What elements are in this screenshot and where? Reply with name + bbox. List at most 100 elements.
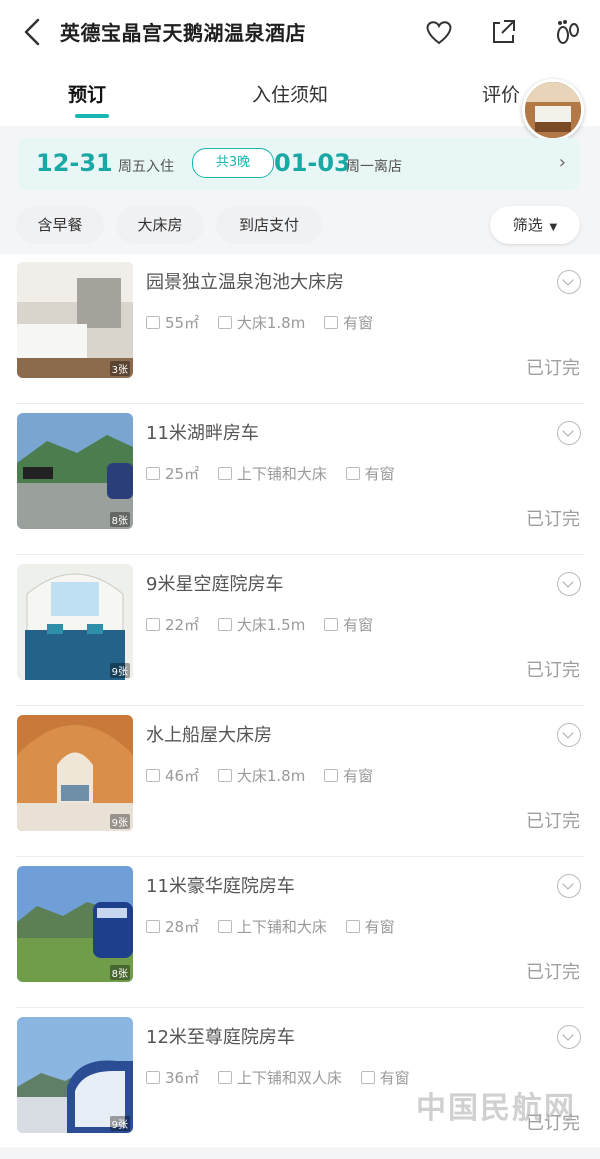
- room-bed: 上下铺和双人床: [236, 1069, 342, 1087]
- checkout-date: 01-03: [274, 149, 351, 177]
- hotel-thumbnail[interactable]: [522, 79, 584, 141]
- room-name: 12米至尊庭院房车: [146, 1027, 295, 1048]
- filter-king-bed[interactable]: 大床房: [116, 206, 204, 244]
- room-window: 有窗: [343, 616, 374, 634]
- photo-count: 8张: [109, 512, 130, 527]
- expand-icon[interactable]: [557, 723, 581, 747]
- checkin-day: 周五入住: [118, 159, 174, 175]
- tab-reviews[interactable]: 评价: [482, 80, 520, 107]
- expand-icon[interactable]: [557, 270, 581, 294]
- area-icon: [146, 1071, 160, 1084]
- divider: [16, 403, 584, 404]
- room-card[interactable]: 9张 9米星空庭院房车 22㎡ 大床1.5m 有窗 已订完: [0, 556, 600, 706]
- bed-icon: [217, 920, 232, 933]
- area-icon: [146, 316, 160, 329]
- room-bed: 大床1.5m: [236, 616, 306, 634]
- bed-icon: [217, 618, 232, 631]
- header-bar: 英德宝晶宫天鹅湖温泉酒店: [0, 0, 600, 66]
- area-icon: [146, 920, 160, 933]
- sold-out-label: 已订完: [526, 962, 580, 983]
- area-icon: [146, 618, 160, 631]
- window-icon: [324, 769, 339, 782]
- room-photo[interactable]: 3张: [17, 262, 133, 378]
- sold-out-label: 已订完: [526, 811, 580, 832]
- room-name: 11米豪华庭院房车: [146, 876, 295, 897]
- filter-breakfast[interactable]: 含早餐: [16, 206, 104, 244]
- divider: [16, 705, 584, 706]
- room-area: 36㎡: [165, 1069, 200, 1087]
- bed-icon: [217, 467, 232, 480]
- filter-screen-button[interactable]: 筛选 ▼: [490, 206, 580, 244]
- room-photo[interactable]: 9张: [17, 564, 133, 680]
- room-photo[interactable]: 8张: [17, 866, 133, 982]
- room-area: 22㎡: [165, 616, 200, 634]
- area-icon: [146, 769, 160, 782]
- expand-icon[interactable]: [557, 421, 581, 445]
- room-name: 园景独立温泉泡池大床房: [146, 272, 344, 293]
- room-attributes: 28㎡ 上下铺和大床 有窗: [146, 916, 409, 937]
- photo-count: 9张: [109, 663, 130, 678]
- room-attributes: 46㎡ 大床1.8m 有窗: [146, 765, 387, 786]
- room-photo[interactable]: 9张: [17, 715, 133, 831]
- checkin-date: 12-31: [36, 149, 113, 177]
- room-name: 水上船屋大床房: [146, 725, 272, 746]
- sold-out-label: 已订完: [526, 660, 580, 681]
- window-icon: [345, 467, 360, 480]
- bed-icon: [217, 316, 232, 329]
- filter-bar: 含早餐 大床房 到店支付 筛选 ▼: [0, 198, 600, 254]
- tab-booking[interactable]: 预订: [68, 80, 106, 107]
- room-area: 55㎡: [165, 314, 200, 332]
- room-card[interactable]: 8张 11米湖畔房车 25㎡ 上下铺和大床 有窗 已订完: [0, 405, 600, 555]
- room-window: 有窗: [364, 918, 395, 936]
- room-attributes: 36㎡ 上下铺和双人床 有窗: [146, 1067, 424, 1088]
- room-card[interactable]: 9张 水上船屋大床房 46㎡ 大床1.8m 有窗 已订完: [0, 707, 600, 857]
- room-area: 28㎡: [165, 918, 200, 936]
- footprint-icon[interactable]: [550, 15, 584, 49]
- filter-screen-label: 筛选: [512, 216, 543, 234]
- bed-icon: [217, 769, 232, 782]
- room-bed: 大床1.8m: [236, 314, 306, 332]
- room-window: 有窗: [343, 767, 374, 785]
- date-selector[interactable]: 12-31 周五入住 共3晚 01-03 周一离店 ›: [18, 138, 580, 190]
- room-attributes: 55㎡ 大床1.8m 有窗: [146, 312, 387, 333]
- room-bed: 上下铺和大床: [236, 918, 327, 936]
- window-icon: [360, 1071, 375, 1084]
- active-tab-indicator: [75, 114, 109, 118]
- room-window: 有窗: [364, 465, 395, 483]
- room-window: 有窗: [379, 1069, 410, 1087]
- share-icon[interactable]: [486, 15, 520, 49]
- room-photo[interactable]: 9张: [17, 1017, 133, 1133]
- room-list: 3张 园景独立温泉泡池大床房 55㎡ 大床1.8m 有窗 已订完 8张 11米湖…: [0, 254, 600, 1147]
- page-title: 英德宝晶宫天鹅湖温泉酒店: [60, 21, 306, 45]
- heart-icon[interactable]: [422, 15, 456, 49]
- tab-checkin-notice[interactable]: 入住须知: [252, 80, 328, 107]
- chevron-right-icon: ›: [558, 152, 566, 173]
- room-area: 46㎡: [165, 767, 200, 785]
- photo-count: 9张: [109, 1116, 130, 1131]
- room-name: 9米星空庭院房车: [146, 574, 284, 595]
- photo-count: 3张: [109, 361, 130, 376]
- room-attributes: 22㎡ 大床1.5m 有窗: [146, 614, 387, 635]
- bed-icon: [217, 1071, 232, 1084]
- room-area: 25㎡: [165, 465, 200, 483]
- divider: [16, 554, 584, 555]
- room-bed: 上下铺和大床: [236, 465, 327, 483]
- expand-icon[interactable]: [557, 572, 581, 596]
- room-bed: 大床1.8m: [236, 767, 306, 785]
- back-arrow-icon[interactable]: [18, 14, 48, 50]
- photo-count: 8张: [109, 965, 130, 980]
- window-icon: [324, 316, 339, 329]
- expand-icon[interactable]: [557, 1025, 581, 1049]
- room-card[interactable]: 8张 11米豪华庭院房车 28㎡ 上下铺和大床 有窗 已订完: [0, 858, 600, 1008]
- room-attributes: 25㎡ 上下铺和大床 有窗: [146, 463, 409, 484]
- window-icon: [345, 920, 360, 933]
- sold-out-label: 已订完: [526, 358, 580, 379]
- room-photo[interactable]: 8张: [17, 413, 133, 529]
- expand-icon[interactable]: [557, 874, 581, 898]
- photo-count: 9张: [109, 814, 130, 829]
- room-name: 11米湖畔房车: [146, 423, 259, 444]
- sold-out-label: 已订完: [526, 509, 580, 530]
- room-card[interactable]: 3张 园景独立温泉泡池大床房 55㎡ 大床1.8m 有窗 已订完: [0, 254, 600, 404]
- room-window: 有窗: [343, 314, 374, 332]
- filter-pay-at-hotel[interactable]: 到店支付: [216, 206, 322, 244]
